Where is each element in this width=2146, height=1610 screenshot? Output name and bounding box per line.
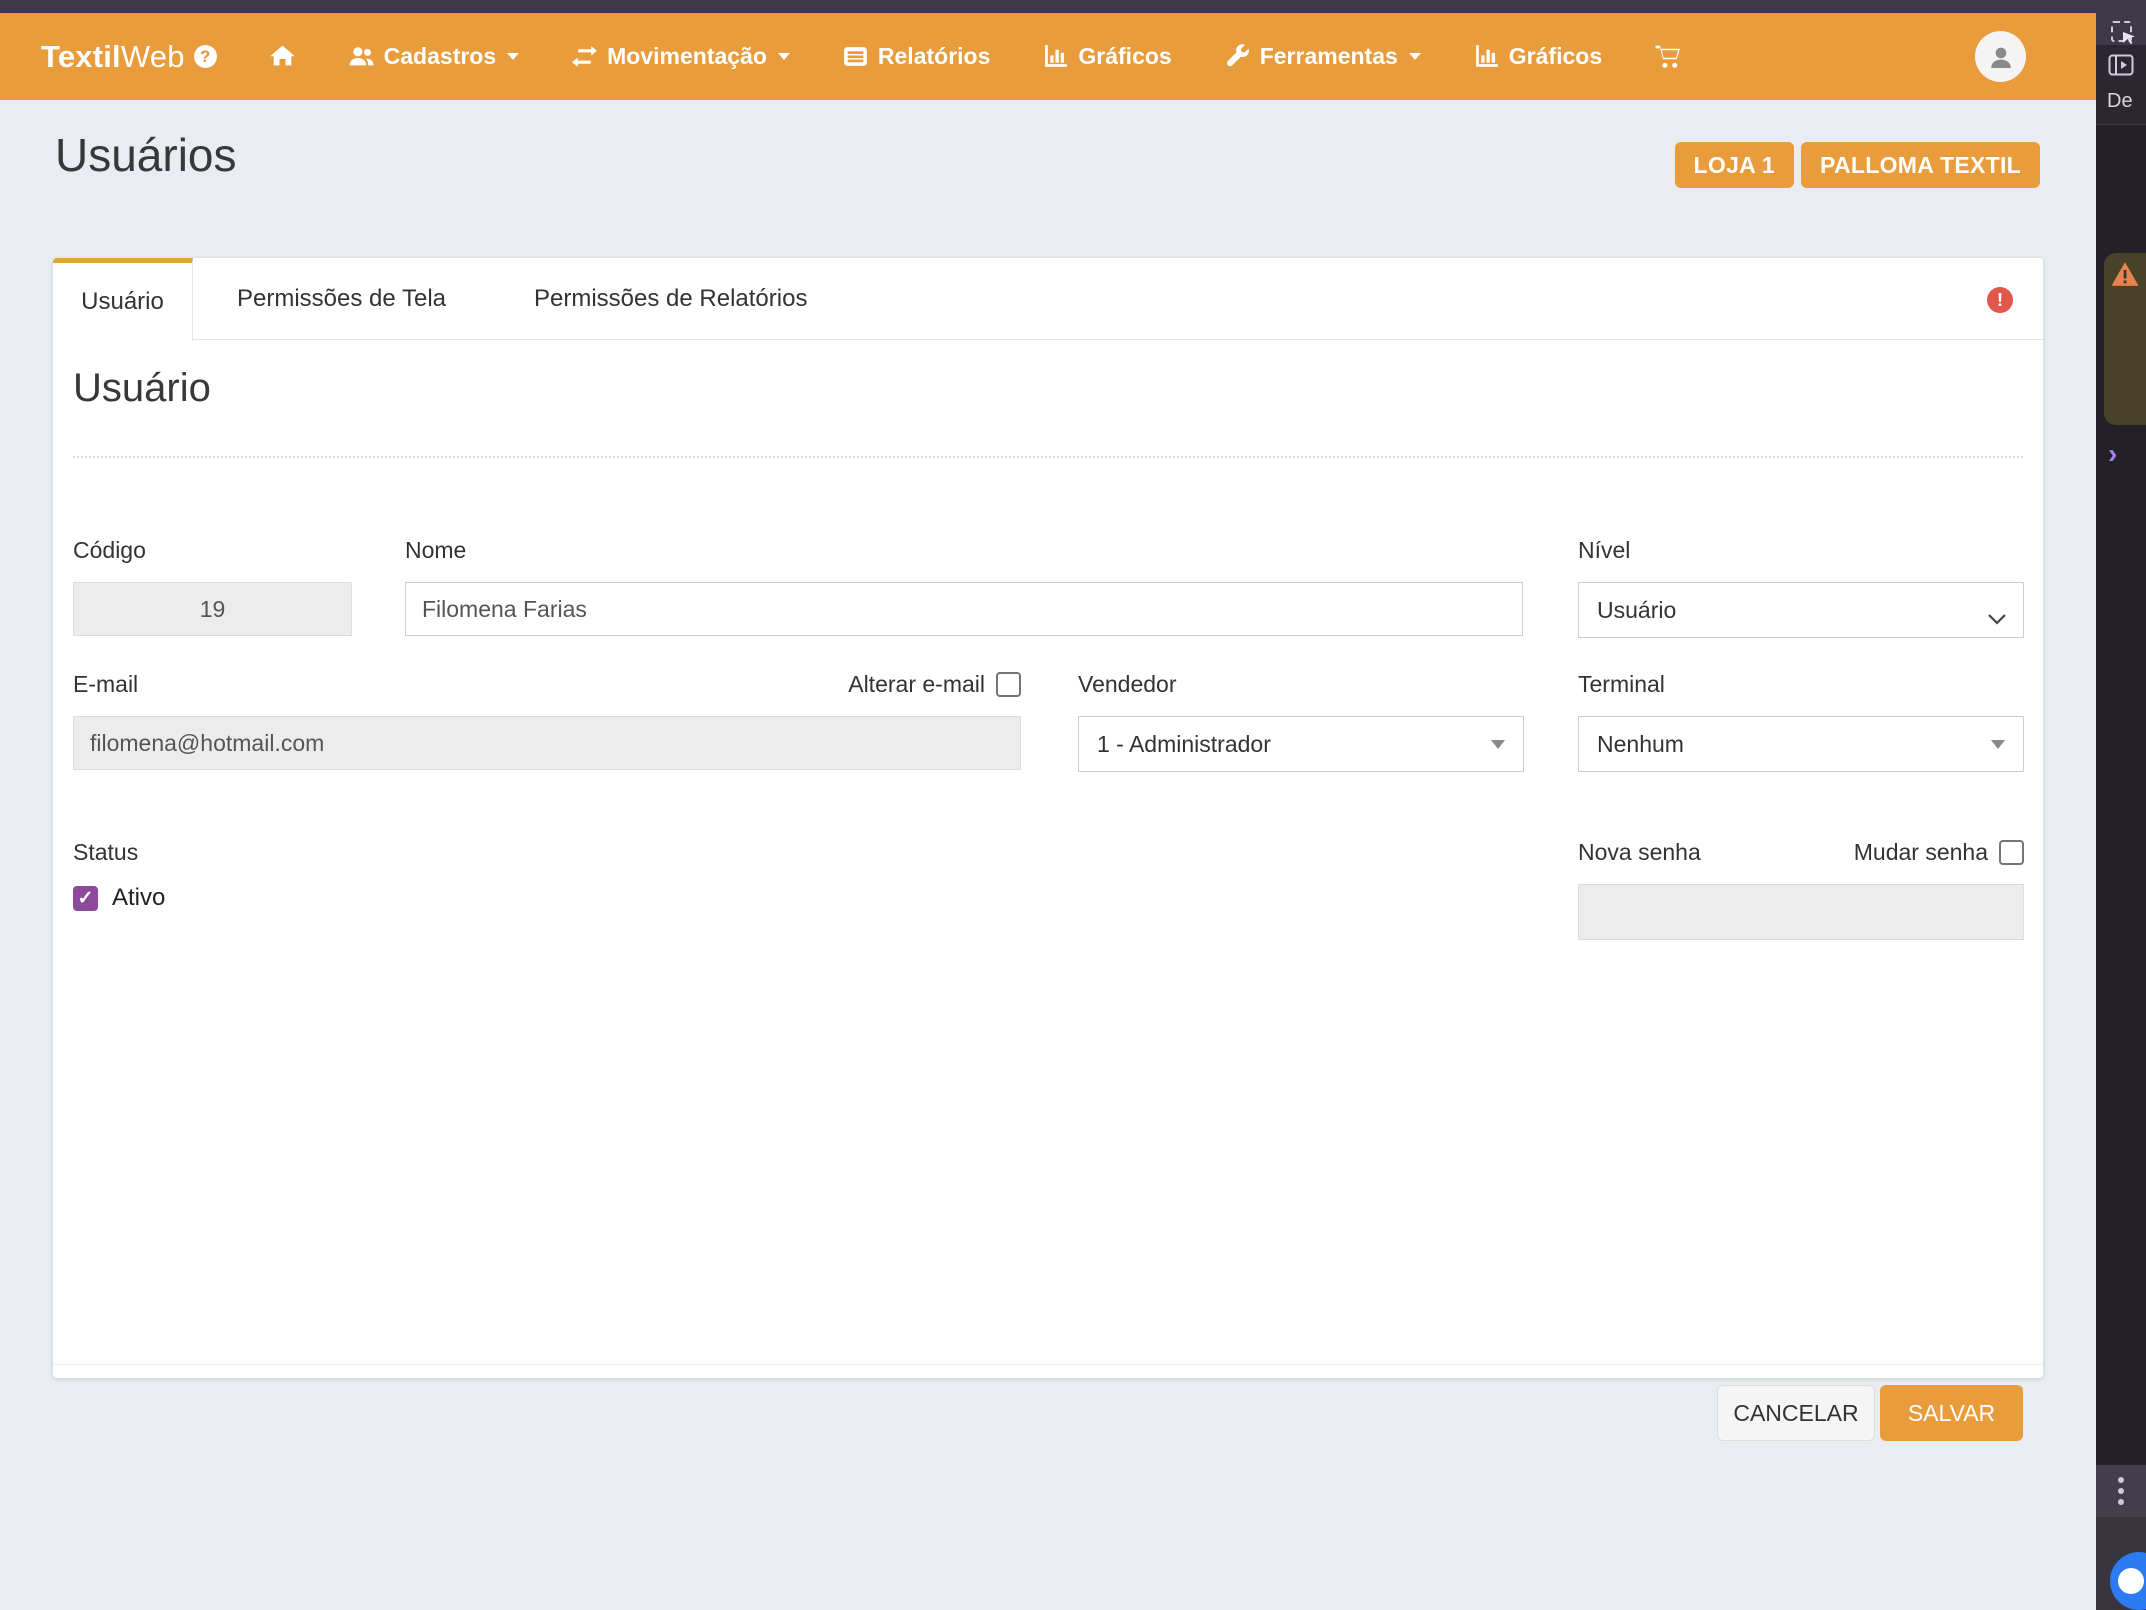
- nav-item-label: Gráficos: [1509, 43, 1602, 70]
- nav-item-label: Relatórios: [878, 43, 990, 70]
- side-panel-header: [2096, 0, 2146, 45]
- dropdown-arrow-icon: [1491, 740, 1505, 749]
- field-status: Status Ativo: [73, 838, 573, 912]
- brand-bold: Textil: [41, 39, 121, 74]
- alterar-email-label: Alterar e-mail: [848, 671, 985, 698]
- chart-icon: [1042, 43, 1069, 70]
- section-title: Usuário: [73, 366, 211, 411]
- warning-panel[interactable]: [2104, 253, 2146, 425]
- tab-usuario[interactable]: Usuário: [53, 258, 193, 341]
- nav-item-relatorios[interactable]: Relatórios: [842, 43, 990, 70]
- nav-item-label: Movimentação: [607, 43, 767, 70]
- browser-top-band: [0, 0, 2146, 13]
- nav-item-label: Cadastros: [384, 43, 496, 70]
- nivel-label: Nível: [1578, 536, 2024, 564]
- field-nivel: Nível Usuário: [1578, 536, 2024, 638]
- vendedor-select[interactable]: 1 - Administrador: [1078, 716, 1524, 772]
- tab-bar: Usuário Permissões de Tela Permissões de…: [53, 258, 2043, 340]
- mudar-senha-checkbox[interactable]: [1999, 840, 2024, 865]
- nova-senha-input: [1578, 884, 2024, 940]
- nome-input[interactable]: [405, 582, 1523, 636]
- user-avatar[interactable]: [1975, 31, 2026, 82]
- wrench-icon: [1224, 43, 1251, 70]
- chevron-down-icon: [778, 53, 790, 60]
- chart-icon: [1473, 43, 1500, 70]
- element-picker-icon[interactable]: [2111, 21, 2132, 42]
- chevron-down-icon: [1409, 53, 1421, 60]
- mudar-senha-label: Mudar senha: [1854, 839, 1988, 866]
- nova-senha-label: Nova senha: [1578, 838, 1701, 866]
- email-label: E-mail: [73, 670, 138, 698]
- warning-icon: [2110, 261, 2140, 287]
- nav-item-movimentacao[interactable]: Movimentação: [571, 43, 790, 70]
- side-panel-bottom-section: [2096, 1517, 2146, 1610]
- tab-panel-usuario: Usuário Código Nome Nível Usuário E-mail…: [53, 340, 2043, 1378]
- nav-item-graficos-2[interactable]: Gráficos: [1473, 43, 1602, 70]
- field-vendedor: Vendedor 1 - Administrador: [1078, 670, 1524, 772]
- nav-item-home[interactable]: [269, 43, 296, 70]
- side-panel-menu-section: [2096, 1465, 2146, 1517]
- cancel-button[interactable]: CANCELAR: [1717, 1385, 1875, 1441]
- ativo-label: Ativo: [112, 884, 165, 912]
- dropdown-arrow-icon: [1991, 740, 2005, 749]
- chevron-down-icon: [1987, 604, 2007, 631]
- codigo-label: Código: [73, 536, 352, 564]
- side-panel-label: De: [2107, 90, 2133, 113]
- company-badge[interactable]: PALLOMA TEXTIL: [1801, 142, 2040, 188]
- ativo-checkbox[interactable]: [73, 886, 98, 911]
- save-button[interactable]: SALVAR: [1880, 1385, 2023, 1441]
- store-badge[interactable]: LOJA 1: [1675, 142, 1794, 188]
- field-email: E-mail Alterar e-mail: [73, 670, 1021, 770]
- nav-item-cadastros[interactable]: Cadastros: [348, 43, 519, 70]
- alterar-email-checkbox[interactable]: [996, 672, 1021, 697]
- nivel-select[interactable]: Usuário: [1578, 582, 2024, 638]
- nav-item-label: Gráficos: [1078, 43, 1171, 70]
- tab-permissoes-relatorios[interactable]: Permissões de Relatórios: [490, 258, 851, 340]
- nav-item-label: Ferramentas: [1260, 43, 1398, 70]
- nav-item-graficos[interactable]: Gráficos: [1042, 43, 1171, 70]
- kebab-menu-icon[interactable]: [2118, 1477, 2124, 1505]
- field-terminal: Terminal Nenhum: [1578, 670, 2024, 772]
- section-divider: [73, 456, 2023, 458]
- cart-icon: [1654, 43, 1681, 70]
- field-nome: Nome: [405, 536, 1523, 636]
- person-icon: [1986, 42, 2016, 72]
- email-input: [73, 716, 1021, 770]
- nome-label: Nome: [405, 536, 1523, 564]
- field-codigo: Código: [73, 536, 352, 636]
- status-label: Status: [73, 838, 573, 866]
- report-icon: [842, 43, 869, 70]
- side-panel-dock-section: De: [2096, 45, 2146, 125]
- header-badges: LOJA 1 PALLOMA TEXTIL: [1675, 142, 2040, 188]
- form-footer: CANCELAR SALVAR: [53, 1364, 2043, 1460]
- users-icon: [348, 43, 375, 70]
- dock-panel-icon[interactable]: [2108, 54, 2134, 81]
- terminal-label: Terminal: [1578, 670, 2024, 698]
- home-icon: [269, 43, 296, 70]
- page-title: Usuários: [55, 128, 237, 182]
- terminal-select[interactable]: Nenhum: [1578, 716, 2024, 772]
- nav-item-cart[interactable]: [1654, 43, 1681, 70]
- tab-permissoes-tela[interactable]: Permissões de Tela: [193, 258, 490, 340]
- brand-light: Web: [121, 39, 185, 74]
- main-navbar: TextilWeb Cadastros Movimentação Relatór…: [0, 13, 2096, 100]
- brand-logo[interactable]: TextilWeb: [41, 39, 217, 75]
- brand-text: TextilWeb: [41, 39, 185, 75]
- terminal-select-value: Nenhum: [1597, 731, 1684, 758]
- vendedor-select-value: 1 - Administrador: [1097, 731, 1271, 758]
- nav-item-ferramentas[interactable]: Ferramentas: [1224, 43, 1421, 70]
- user-form-card: Usuário Permissões de Tela Permissões de…: [53, 258, 2043, 1378]
- codigo-input: [73, 582, 352, 636]
- field-nova-senha: Nova senha Mudar senha: [1578, 838, 2024, 940]
- browser-side-panel: De ›: [2096, 0, 2146, 1610]
- help-icon[interactable]: [194, 45, 217, 68]
- validation-alert-icon[interactable]: [1987, 287, 2013, 313]
- extension-fab-icon[interactable]: [2110, 1552, 2146, 1610]
- swap-icon: [571, 43, 598, 70]
- expand-chevron-icon[interactable]: ›: [2108, 438, 2117, 470]
- chevron-down-icon: [507, 53, 519, 60]
- vendedor-label: Vendedor: [1078, 670, 1524, 698]
- nivel-select-value: Usuário: [1597, 597, 1676, 624]
